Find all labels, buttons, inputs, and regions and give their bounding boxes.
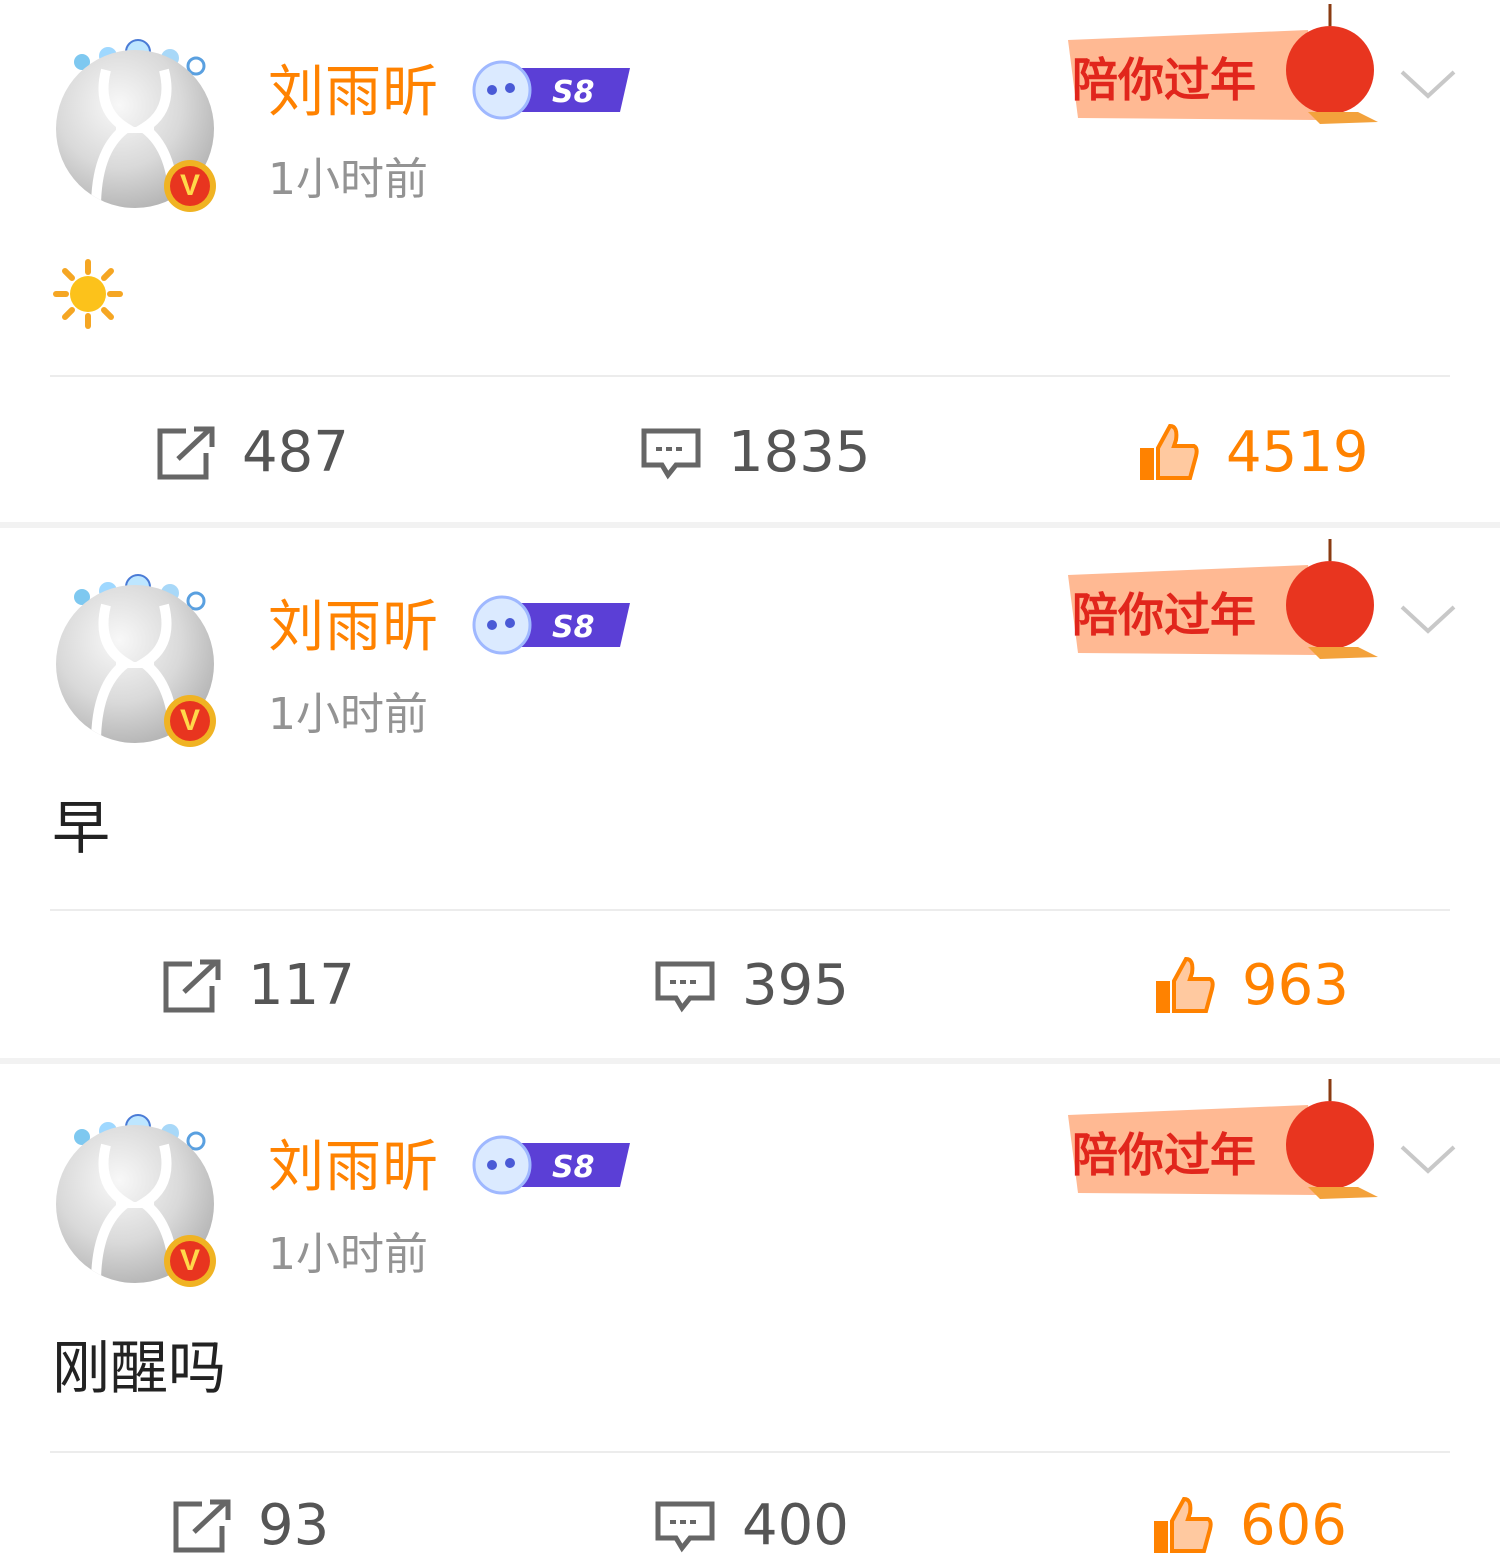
comment-icon <box>655 961 715 1012</box>
verified-v-icon: V <box>164 1235 216 1287</box>
post-card[interactable]: V 刘雨昕 S8 1小时前 陪你过年 487 1835 4519 <box>0 0 1500 524</box>
chevron-down-icon[interactable] <box>1396 599 1460 639</box>
comment-count: 400 <box>742 1493 849 1558</box>
comment-count: 395 <box>742 953 849 1018</box>
repost-icon <box>163 959 221 1012</box>
repost-icon <box>157 426 215 479</box>
post-card[interactable]: V 刘雨昕 S8 1小时前 陪你过年 刚醒吗 93 400 606 <box>0 1075 1500 1558</box>
festival-badge[interactable]: 陪你过年 <box>1058 535 1388 665</box>
repost-button[interactable]: 487 <box>156 420 349 485</box>
like-button[interactable]: 4519 <box>1136 420 1369 485</box>
level-badge: S8 <box>472 595 630 655</box>
comment-icon <box>641 428 701 479</box>
comment-count: 1835 <box>728 420 871 485</box>
timestamp: 1小时前 <box>268 1229 428 1280</box>
repost-count: 93 <box>258 1493 330 1558</box>
repost-count: 117 <box>248 953 355 1018</box>
post-separator <box>0 522 1500 528</box>
festival-badge[interactable]: 陪你过年 <box>1058 0 1388 130</box>
like-count: 606 <box>1240 1493 1347 1558</box>
repost-button[interactable]: 117 <box>162 953 355 1018</box>
avatar[interactable]: V <box>52 38 228 218</box>
thumbs-up-icon <box>1156 956 1215 1013</box>
verified-v-icon: V <box>164 160 216 212</box>
username[interactable]: 刘雨昕 <box>268 1133 439 1203</box>
post-content <box>52 258 124 345</box>
username[interactable]: 刘雨昕 <box>268 58 439 128</box>
verified-v-icon: V <box>164 695 216 747</box>
username[interactable]: 刘雨昕 <box>268 593 439 663</box>
festival-text: 陪你过年 <box>1072 53 1256 107</box>
post-separator <box>0 1058 1500 1064</box>
post-card[interactable]: V 刘雨昕 S8 1小时前 陪你过年 早 117 395 963 <box>0 535 1500 1057</box>
comment-button[interactable]: 400 <box>654 1493 849 1558</box>
festival-badge[interactable]: 陪你过年 <box>1058 1075 1388 1205</box>
timestamp: 1小时前 <box>268 154 428 205</box>
sun-emoji-icon <box>53 259 123 329</box>
comment-icon <box>655 1501 715 1552</box>
avatar[interactable]: V <box>52 1113 228 1293</box>
post-content: 刚醒吗 <box>52 1334 227 1402</box>
festival-text: 陪你过年 <box>1072 588 1256 642</box>
repost-count: 487 <box>242 420 349 485</box>
like-count: 4519 <box>1226 420 1369 485</box>
avatar[interactable]: V <box>52 573 228 753</box>
like-count: 963 <box>1242 953 1349 1018</box>
divider <box>50 375 1450 377</box>
level-badge: S8 <box>472 60 630 120</box>
thumbs-up-icon <box>1154 1496 1213 1553</box>
comment-button[interactable]: 395 <box>654 953 849 1018</box>
divider <box>50 1451 1450 1453</box>
timestamp: 1小时前 <box>268 689 428 740</box>
festival-text: 陪你过年 <box>1072 1128 1256 1182</box>
comment-button[interactable]: 1835 <box>640 420 871 485</box>
level-badge: S8 <box>472 1135 630 1195</box>
chevron-down-icon[interactable] <box>1396 1139 1460 1179</box>
level-text: S8 <box>552 610 594 645</box>
like-button[interactable]: 606 <box>1150 1493 1347 1558</box>
divider <box>50 909 1450 911</box>
thumbs-up-icon <box>1140 423 1199 480</box>
level-text: S8 <box>552 75 594 110</box>
post-content: 早 <box>52 794 111 862</box>
chevron-down-icon[interactable] <box>1396 64 1460 104</box>
like-button[interactable]: 963 <box>1152 953 1349 1018</box>
repost-icon <box>173 1499 231 1552</box>
repost-button[interactable]: 93 <box>172 1493 329 1558</box>
level-text: S8 <box>552 1150 594 1185</box>
